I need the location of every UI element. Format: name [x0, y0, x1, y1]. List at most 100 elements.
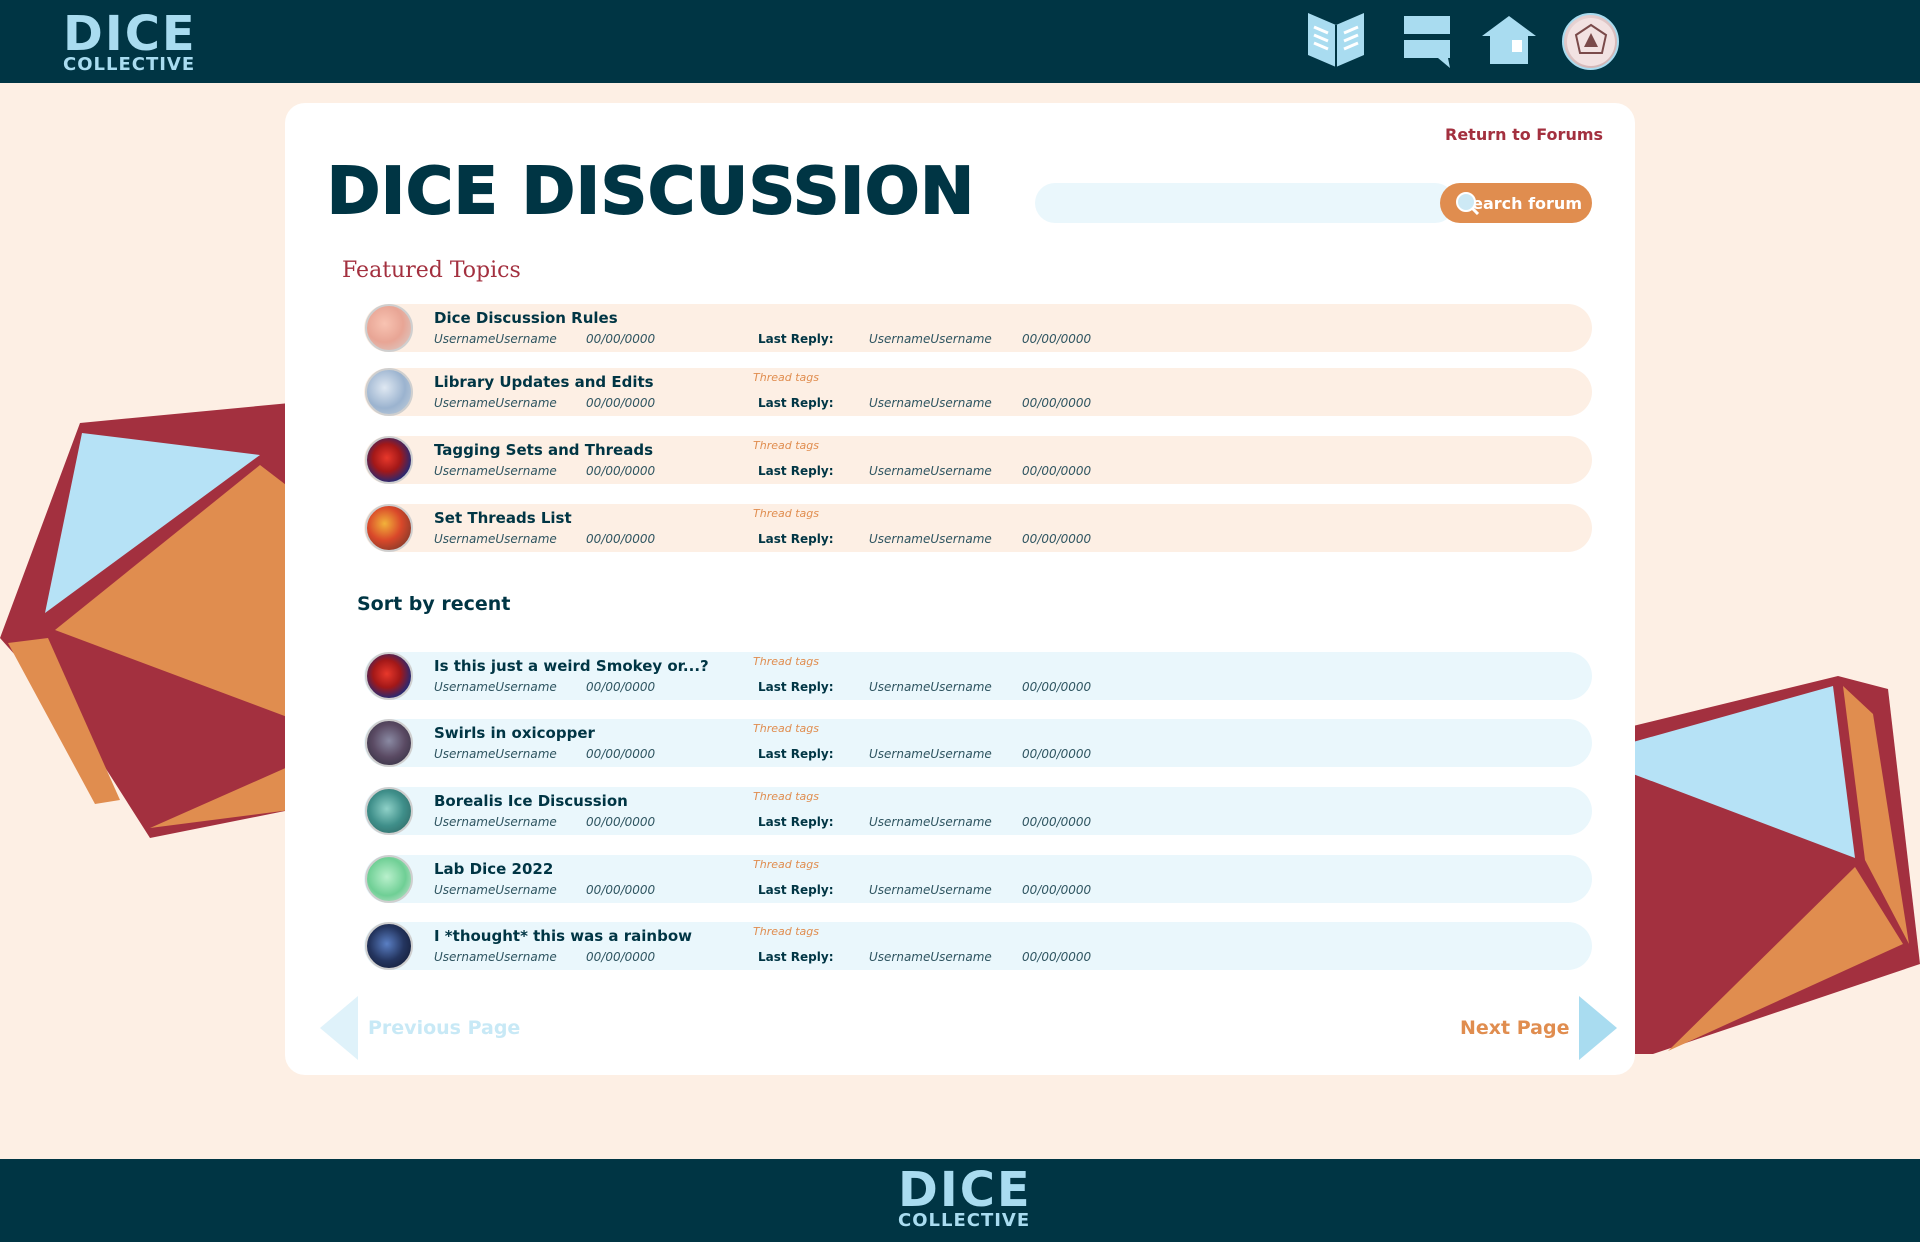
footer-logo-subtext: COLLECTIVE [898, 1210, 1031, 1231]
last-reply-label: Last Reply: [758, 815, 834, 829]
last-reply-user[interactable]: UsernameUsername [869, 464, 992, 478]
thread-tags[interactable]: Thread tags [753, 925, 819, 938]
topic-date: 00/00/0000 [586, 532, 656, 546]
thread-date: 00/00/0000 [586, 747, 656, 761]
last-reply-user[interactable]: UsernameUsername [869, 747, 992, 761]
thread-title[interactable]: Is this just a weird Smokey or...? [434, 657, 709, 675]
logo-text: DICE [63, 6, 197, 62]
arrow-right-icon [1579, 996, 1618, 1060]
search-input[interactable] [1035, 183, 1455, 223]
last-reply-label: Last Reply: [758, 532, 834, 546]
library-icon[interactable] [1305, 10, 1367, 70]
decorative-die-left-icon [0, 403, 290, 838]
last-reply-date: 00/00/0000 [1022, 883, 1092, 897]
last-reply-date: 00/00/0000 [1022, 815, 1092, 829]
search-button[interactable]: search forum [1440, 183, 1592, 223]
thread-title[interactable]: Swirls in oxicopper [434, 724, 595, 742]
recent-thread-row[interactable]: I *thought* this was a rainbow UsernameU… [364, 922, 1592, 970]
thread-date: 00/00/0000 [586, 950, 656, 964]
header-logo[interactable]: DICE COLLECTIVE [63, 10, 197, 74]
arrow-left-icon [320, 996, 358, 1060]
last-reply-label: Last Reply: [758, 332, 834, 346]
topic-title[interactable]: Tagging Sets and Threads [434, 441, 653, 459]
topic-author[interactable]: UsernameUsername [434, 532, 557, 546]
topic-author[interactable]: UsernameUsername [434, 464, 557, 478]
thread-tags[interactable]: Thread tags [753, 858, 819, 871]
last-reply-date: 00/00/0000 [1022, 532, 1092, 546]
thread-thumbnail [365, 719, 413, 767]
topic-thumbnail [365, 504, 413, 552]
featured-topics-heading: Featured Topics [342, 258, 521, 283]
featured-topic-row[interactable]: Dice Discussion Rules UsernameUsername 0… [364, 304, 1592, 352]
thread-title[interactable]: Borealis Ice Discussion [434, 792, 628, 810]
last-reply-date: 00/00/0000 [1022, 464, 1092, 478]
topic-author[interactable]: UsernameUsername [434, 396, 557, 410]
logo-subtext: COLLECTIVE [63, 54, 196, 75]
last-reply-label: Last Reply: [758, 464, 834, 478]
topic-tags[interactable]: Thread tags [753, 507, 819, 520]
thread-title[interactable]: I *thought* this was a rainbow [434, 927, 692, 945]
search-button-label: search forum [1462, 193, 1582, 213]
thread-tags[interactable]: Thread tags [753, 790, 819, 803]
footer-logo-text: DICE [898, 1162, 1032, 1218]
thread-tags[interactable]: Thread tags [753, 655, 819, 668]
thread-thumbnail [365, 787, 413, 835]
featured-topic-row[interactable]: Tagging Sets and Threads UsernameUsernam… [364, 436, 1592, 484]
topic-author[interactable]: UsernameUsername [434, 332, 557, 346]
recent-thread-row[interactable]: Borealis Ice Discussion UsernameUsername… [364, 787, 1592, 835]
thread-author[interactable]: UsernameUsername [434, 883, 557, 897]
topic-thumbnail [365, 304, 413, 352]
topic-date: 00/00/0000 [586, 396, 656, 410]
thread-date: 00/00/0000 [586, 680, 656, 694]
sort-by-recent-heading[interactable]: Sort by recent [357, 593, 510, 615]
thread-author[interactable]: UsernameUsername [434, 747, 557, 761]
last-reply-user[interactable]: UsernameUsername [869, 680, 992, 694]
featured-topic-row[interactable]: Library Updates and Edits UsernameUserna… [364, 368, 1592, 416]
last-reply-user[interactable]: UsernameUsername [869, 883, 992, 897]
thread-date: 00/00/0000 [586, 883, 656, 897]
topic-date: 00/00/0000 [586, 332, 656, 346]
decorative-die-right-icon [1633, 676, 1920, 1054]
topic-tags[interactable]: Thread tags [753, 439, 819, 452]
last-reply-user[interactable]: UsernameUsername [869, 532, 992, 546]
thread-author[interactable]: UsernameUsername [434, 950, 557, 964]
last-reply-label: Last Reply: [758, 680, 834, 694]
thread-author[interactable]: UsernameUsername [434, 680, 557, 694]
thread-thumbnail [365, 922, 413, 970]
topic-title[interactable]: Set Threads List [434, 509, 572, 527]
last-reply-user[interactable]: UsernameUsername [869, 815, 992, 829]
search-icon [1456, 192, 1479, 215]
last-reply-user[interactable]: UsernameUsername [869, 332, 992, 346]
footer-logo[interactable]: DICE COLLECTIVE [898, 1166, 1032, 1230]
topic-thumbnail [365, 368, 413, 416]
recent-thread-row[interactable]: Swirls in oxicopper UsernameUsername 00/… [364, 719, 1592, 767]
page-title: DICE DISCUSSION [326, 154, 975, 230]
last-reply-date: 00/00/0000 [1022, 950, 1092, 964]
last-reply-date: 00/00/0000 [1022, 396, 1092, 410]
last-reply-label: Last Reply: [758, 396, 834, 410]
next-page-button[interactable]: Next Page [1460, 996, 1618, 1060]
featured-topic-row[interactable]: Set Threads List UsernameUsername 00/00/… [364, 504, 1592, 552]
forum-icon[interactable] [1397, 10, 1459, 70]
topic-tags[interactable]: Thread tags [753, 371, 819, 384]
last-reply-user[interactable]: UsernameUsername [869, 950, 992, 964]
return-to-forums-link[interactable]: Return to Forums [1445, 125, 1603, 144]
topic-title[interactable]: Library Updates and Edits [434, 373, 654, 391]
last-reply-date: 00/00/0000 [1022, 680, 1092, 694]
thread-date: 00/00/0000 [586, 815, 656, 829]
thread-thumbnail [365, 652, 413, 700]
thread-title[interactable]: Lab Dice 2022 [434, 860, 553, 878]
last-reply-label: Last Reply: [758, 950, 834, 964]
home-icon[interactable] [1478, 10, 1540, 70]
last-reply-user[interactable]: UsernameUsername [869, 396, 992, 410]
previous-page-label: Previous Page [368, 1017, 521, 1039]
last-reply-date: 00/00/0000 [1022, 747, 1092, 761]
topic-title[interactable]: Dice Discussion Rules [434, 309, 618, 327]
recent-thread-row[interactable]: Is this just a weird Smokey or...? Usern… [364, 652, 1592, 700]
thread-tags[interactable]: Thread tags [753, 722, 819, 735]
recent-thread-row[interactable]: Lab Dice 2022 UsernameUsername 00/00/000… [364, 855, 1592, 903]
user-avatar[interactable] [1562, 13, 1619, 70]
previous-page-button[interactable]: Previous Page [320, 996, 520, 1060]
topic-date: 00/00/0000 [586, 464, 656, 478]
thread-author[interactable]: UsernameUsername [434, 815, 557, 829]
